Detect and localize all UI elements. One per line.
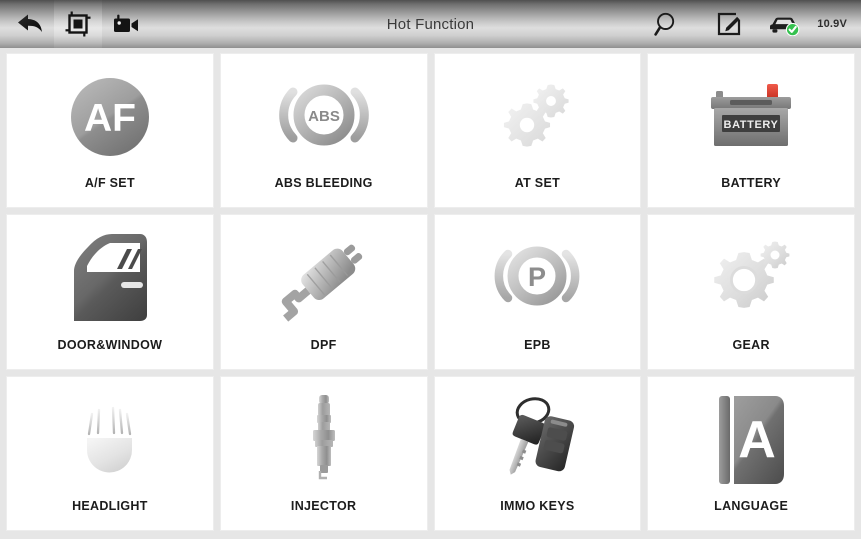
battery-voltage-label: 10.9V [817, 18, 847, 30]
grid-item-language[interactable]: A LANGUAGE [647, 375, 855, 531]
headlight-icon [7, 377, 213, 499]
grid-item-injector[interactable]: INJECTOR [219, 375, 428, 531]
grid-item-label: DOOR&WINDOW [57, 337, 163, 352]
exhaust-muffler-icon [221, 215, 427, 337]
screenshot-icon [64, 10, 92, 38]
grid-item-dpf[interactable]: DPF [219, 214, 428, 370]
grid-item-label: HEADLIGHT [72, 498, 148, 513]
toolbar-left-group [6, 0, 150, 48]
grid-item-immo-keys[interactable]: IMMO KEYS [433, 375, 642, 531]
grid-item-battery[interactable]: BATTERY BATTERY [647, 53, 855, 209]
grid-item-label: DPF [310, 337, 337, 352]
grid-item-epb[interactable]: P EPB [433, 214, 642, 370]
grid-item-headlight[interactable]: HEADLIGHT [6, 375, 214, 531]
function-grid: AF A/F SET ABS ABS BLEEDING AT SET BATTE… [0, 48, 861, 539]
grid-item-label: BATTERY [721, 176, 781, 191]
at-set-icon [435, 54, 641, 176]
vehicle-connection-button[interactable] [767, 0, 801, 48]
hot-function-screen: Hot Function 10.9V AF A/F SET ABS ABS BL… [0, 0, 861, 539]
battery-icon-text: BATTERY [724, 119, 779, 131]
grid-item-label: IMMO KEYS [500, 498, 575, 513]
edit-icon [715, 10, 743, 38]
vehicle-connection-icon [767, 12, 801, 36]
grid-item-label: LANGUAGE [714, 498, 789, 513]
grid-item-label: INJECTOR [290, 498, 357, 513]
grid-item-abs-bleeding[interactable]: ABS ABS BLEEDING [219, 53, 428, 209]
car-keys-icon [435, 377, 641, 499]
spark-plug-icon [221, 377, 427, 499]
back-button[interactable] [6, 0, 54, 48]
search-icon [653, 10, 681, 38]
af-set-icon: AF [7, 54, 213, 176]
language-icon-text: A [738, 411, 776, 469]
screenshot-button[interactable] [54, 0, 102, 48]
grid-item-gear[interactable]: GEAR [647, 214, 855, 370]
book-letter-a-icon: A [648, 377, 854, 499]
abs-icon-text: ABS [308, 108, 340, 125]
grid-item-label: EPB [524, 337, 551, 352]
search-button[interactable] [643, 0, 691, 48]
back-icon [15, 11, 45, 37]
grid-item-at-set[interactable]: AT SET [433, 53, 642, 209]
abs-bleeding-icon: ABS [221, 54, 427, 176]
toolbar-right-group: 10.9V [643, 0, 851, 48]
epb-icon-text: P [528, 262, 546, 292]
grid-item-af-set[interactable]: AF A/F SET [6, 53, 214, 209]
edit-button[interactable] [705, 0, 753, 48]
grid-item-label: A/F SET [84, 176, 135, 191]
battery-icon: BATTERY [648, 54, 854, 176]
car-door-icon [7, 215, 213, 337]
grid-item-door-window[interactable]: DOOR&WINDOW [6, 214, 214, 370]
record-video-button[interactable] [102, 0, 150, 48]
grid-item-label: GEAR [732, 337, 770, 352]
top-toolbar: Hot Function 10.9V [0, 0, 861, 48]
af-set-icon-text: AF [84, 97, 136, 140]
gear-icon [648, 215, 854, 337]
record-video-icon [111, 12, 141, 36]
grid-item-label: AT SET [514, 176, 561, 191]
parking-brake-icon: P [435, 215, 641, 337]
grid-item-label: ABS BLEEDING [274, 176, 373, 191]
